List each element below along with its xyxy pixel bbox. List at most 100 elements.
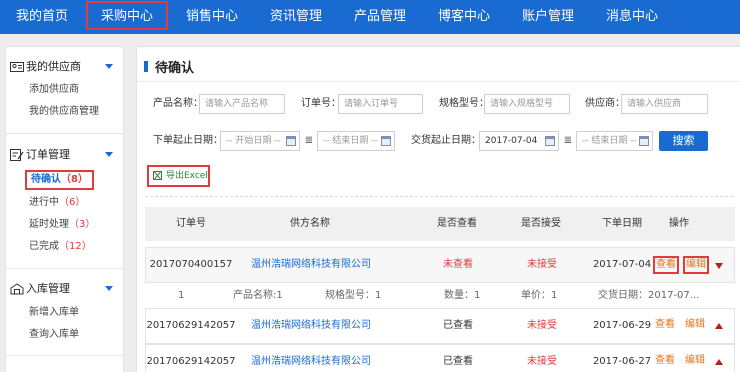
sidebar-item-in-progress[interactable]: 进行中（6） bbox=[29, 196, 85, 210]
nav-blog-center[interactable]: 博客中心 bbox=[422, 0, 506, 34]
nav-news-management[interactable]: 资讯管理 bbox=[254, 0, 338, 34]
nav-home[interactable]: 我的首页 bbox=[0, 0, 84, 34]
top-nav: 我的首页 采购中心 销售中心 资讯管理 产品管理 博客中心 账户管理 消息中心 bbox=[0, 0, 740, 34]
view-button[interactable]: 查看 bbox=[655, 354, 675, 368]
search-button[interactable]: 搜索 bbox=[659, 131, 708, 151]
col-order-no: 订单号 bbox=[176, 218, 206, 229]
nav-message-center[interactable]: 消息中心 bbox=[590, 0, 674, 34]
range-separator-icon: ≣ bbox=[563, 135, 573, 146]
sidebar-head-suppliers[interactable]: 我的供应商 bbox=[6, 59, 123, 77]
col-viewed: 是否查看 bbox=[437, 218, 477, 229]
sidebar-divider bbox=[6, 133, 123, 134]
order-edit-icon bbox=[10, 149, 24, 161]
order-no-label: 订单号： bbox=[301, 98, 341, 109]
order-detail-row: 1 产品名称:1 规格型号：1 数量：1 单价：1 交货日期：2017-07..… bbox=[145, 284, 735, 308]
detail-product: 产品名称:1 bbox=[233, 290, 283, 301]
sidebar-item-pending[interactable]: 待确认（8） bbox=[25, 170, 94, 190]
sidebar-item-label: 待确认 bbox=[31, 174, 61, 185]
nav-product-management[interactable]: 产品管理 bbox=[338, 0, 422, 34]
delivery-date-label: 交货起止日期： bbox=[411, 135, 481, 146]
main-panel: 待确认 产品名称： 请输入产品名称 订单号： 请输入订单号 规格型号： 请输入规… bbox=[136, 46, 740, 372]
table-row[interactable]: 20170629142057 温州浩瑞网络科技有限公司 已查看 未接受 2017… bbox=[145, 308, 735, 344]
date-placeholder: -- 结束日期 -- bbox=[323, 136, 378, 146]
sidebar-item-label: 延时处理 bbox=[29, 219, 69, 230]
calendar-icon[interactable] bbox=[639, 136, 649, 146]
view-button[interactable]: 查看 bbox=[655, 318, 675, 332]
expand-triangle-icon[interactable] bbox=[715, 359, 723, 365]
edit-button[interactable]: 编辑 bbox=[683, 256, 709, 274]
detail-spec: 规格型号：1 bbox=[325, 290, 382, 301]
calendar-icon[interactable] bbox=[545, 136, 555, 146]
viewed-status: 未查看 bbox=[443, 259, 473, 270]
calendar-icon[interactable] bbox=[286, 136, 296, 146]
page-title: 待确认 bbox=[155, 61, 195, 76]
sidebar-item-query-inbound[interactable]: 查询入库单 bbox=[29, 328, 79, 342]
viewed-status: 已查看 bbox=[443, 356, 473, 367]
date-placeholder: -- 结束日期 -- bbox=[582, 136, 637, 146]
spec-input[interactable]: 请输入规格型号 bbox=[484, 94, 570, 114]
detail-delivery-date: 交货日期：2017-07... bbox=[598, 290, 700, 301]
table-row[interactable]: 20170704001​57 温州浩瑞网络科技有限公司 未查看 未接受 2017… bbox=[145, 247, 735, 283]
edit-button[interactable]: 编辑 bbox=[685, 354, 705, 368]
col-accepted: 是否接受 bbox=[521, 218, 561, 229]
sidebar-orders-title: 订单管理 bbox=[26, 148, 70, 161]
supplier-link[interactable]: 温州浩瑞网络科技有限公司 bbox=[251, 309, 371, 343]
viewed-status: 已查看 bbox=[443, 320, 473, 331]
spec-label: 规格型号： bbox=[439, 98, 489, 109]
order-no: 20170629142057 bbox=[146, 356, 236, 367]
sidebar-item-count: （12） bbox=[59, 241, 92, 252]
edit-button[interactable]: 编辑 bbox=[685, 318, 705, 332]
order-no: 20170704001​57 bbox=[149, 259, 233, 270]
warehouse-icon bbox=[10, 283, 24, 295]
chevron-down-icon bbox=[105, 152, 113, 157]
sidebar-head-orders[interactable]: 订单管理 bbox=[6, 147, 123, 165]
sidebar-item-supplier-management[interactable]: 我的供应商管理 bbox=[29, 105, 99, 119]
order-no-input[interactable]: 请输入订单号 bbox=[338, 94, 423, 114]
table-header: 订单号 供方名称 是否查看 是否接受 下单日期 操作 bbox=[145, 207, 735, 241]
sidebar-item-label: 进行中 bbox=[29, 197, 59, 208]
detail-index: 1 bbox=[178, 290, 185, 301]
order-date: 2017-06-27 bbox=[592, 356, 652, 367]
sidebar: 我的供应商 添加供应商 我的供应商管理 订单管理 待确认（8） 进行中（6） 延… bbox=[5, 46, 124, 372]
export-excel-button[interactable]: 导出Excel bbox=[147, 165, 210, 187]
dashed-divider bbox=[145, 196, 733, 197]
sidebar-suppliers-title: 我的供应商 bbox=[26, 60, 81, 73]
supplier-link[interactable]: 温州浩瑞网络科技有限公司 bbox=[251, 345, 371, 372]
detail-qty: 数量：1 bbox=[444, 290, 481, 301]
sidebar-divider bbox=[6, 268, 123, 269]
sidebar-item-delayed[interactable]: 延时处理（3） bbox=[29, 218, 95, 232]
sidebar-item-completed[interactable]: 已完成（12） bbox=[29, 240, 92, 254]
order-start-date-input[interactable]: -- 开始日期 -- bbox=[220, 131, 300, 151]
chevron-down-icon bbox=[105, 64, 113, 69]
supplier-input[interactable]: 请输入供应商 bbox=[621, 94, 708, 114]
col-actions: 操作 bbox=[669, 218, 689, 229]
sidebar-warehouse-title: 入库管理 bbox=[26, 282, 70, 295]
supplier-label: 供应商： bbox=[585, 98, 625, 109]
sidebar-item-label: 已完成 bbox=[29, 241, 59, 252]
accepted-status: 未接受 bbox=[527, 356, 557, 367]
product-name-input[interactable]: 请输入产品名称 bbox=[199, 94, 285, 114]
order-end-date-input[interactable]: -- 结束日期 -- bbox=[317, 131, 395, 151]
view-button[interactable]: 查看 bbox=[653, 256, 679, 274]
delivery-end-date-input[interactable]: -- 结束日期 -- bbox=[576, 131, 653, 151]
chevron-down-icon bbox=[105, 286, 113, 291]
table-row[interactable]: 20170629142057 温州浩瑞网络科技有限公司 已查看 未接受 2017… bbox=[145, 344, 735, 372]
calendar-icon[interactable] bbox=[381, 136, 391, 146]
nav-account-management[interactable]: 账户管理 bbox=[506, 0, 590, 34]
sidebar-item-count: （3） bbox=[69, 219, 96, 230]
product-name-label: 产品名称： bbox=[153, 98, 203, 109]
supplier-link[interactable]: 温州浩瑞网络科技有限公司 bbox=[251, 248, 371, 282]
range-separator-icon: ≣ bbox=[304, 135, 314, 146]
nav-purchase-center[interactable]: 采购中心 bbox=[86, 1, 168, 30]
accepted-status: 未接受 bbox=[527, 259, 557, 270]
nav-sales-center[interactable]: 销售中心 bbox=[170, 0, 254, 34]
collapse-triangle-icon[interactable] bbox=[715, 263, 723, 269]
delivery-start-date-input[interactable]: 2017-07-04 bbox=[479, 131, 559, 151]
sidebar-item-new-inbound[interactable]: 新增入库单 bbox=[29, 306, 79, 320]
col-supplier: 供方名称 bbox=[290, 218, 330, 229]
order-date: 2017-07-04 bbox=[592, 259, 652, 270]
sidebar-item-add-supplier[interactable]: 添加供应商 bbox=[29, 83, 79, 97]
sidebar-head-warehouse[interactable]: 入库管理 bbox=[6, 281, 123, 299]
expand-triangle-icon[interactable] bbox=[715, 323, 723, 329]
supplier-card-icon bbox=[10, 62, 24, 72]
